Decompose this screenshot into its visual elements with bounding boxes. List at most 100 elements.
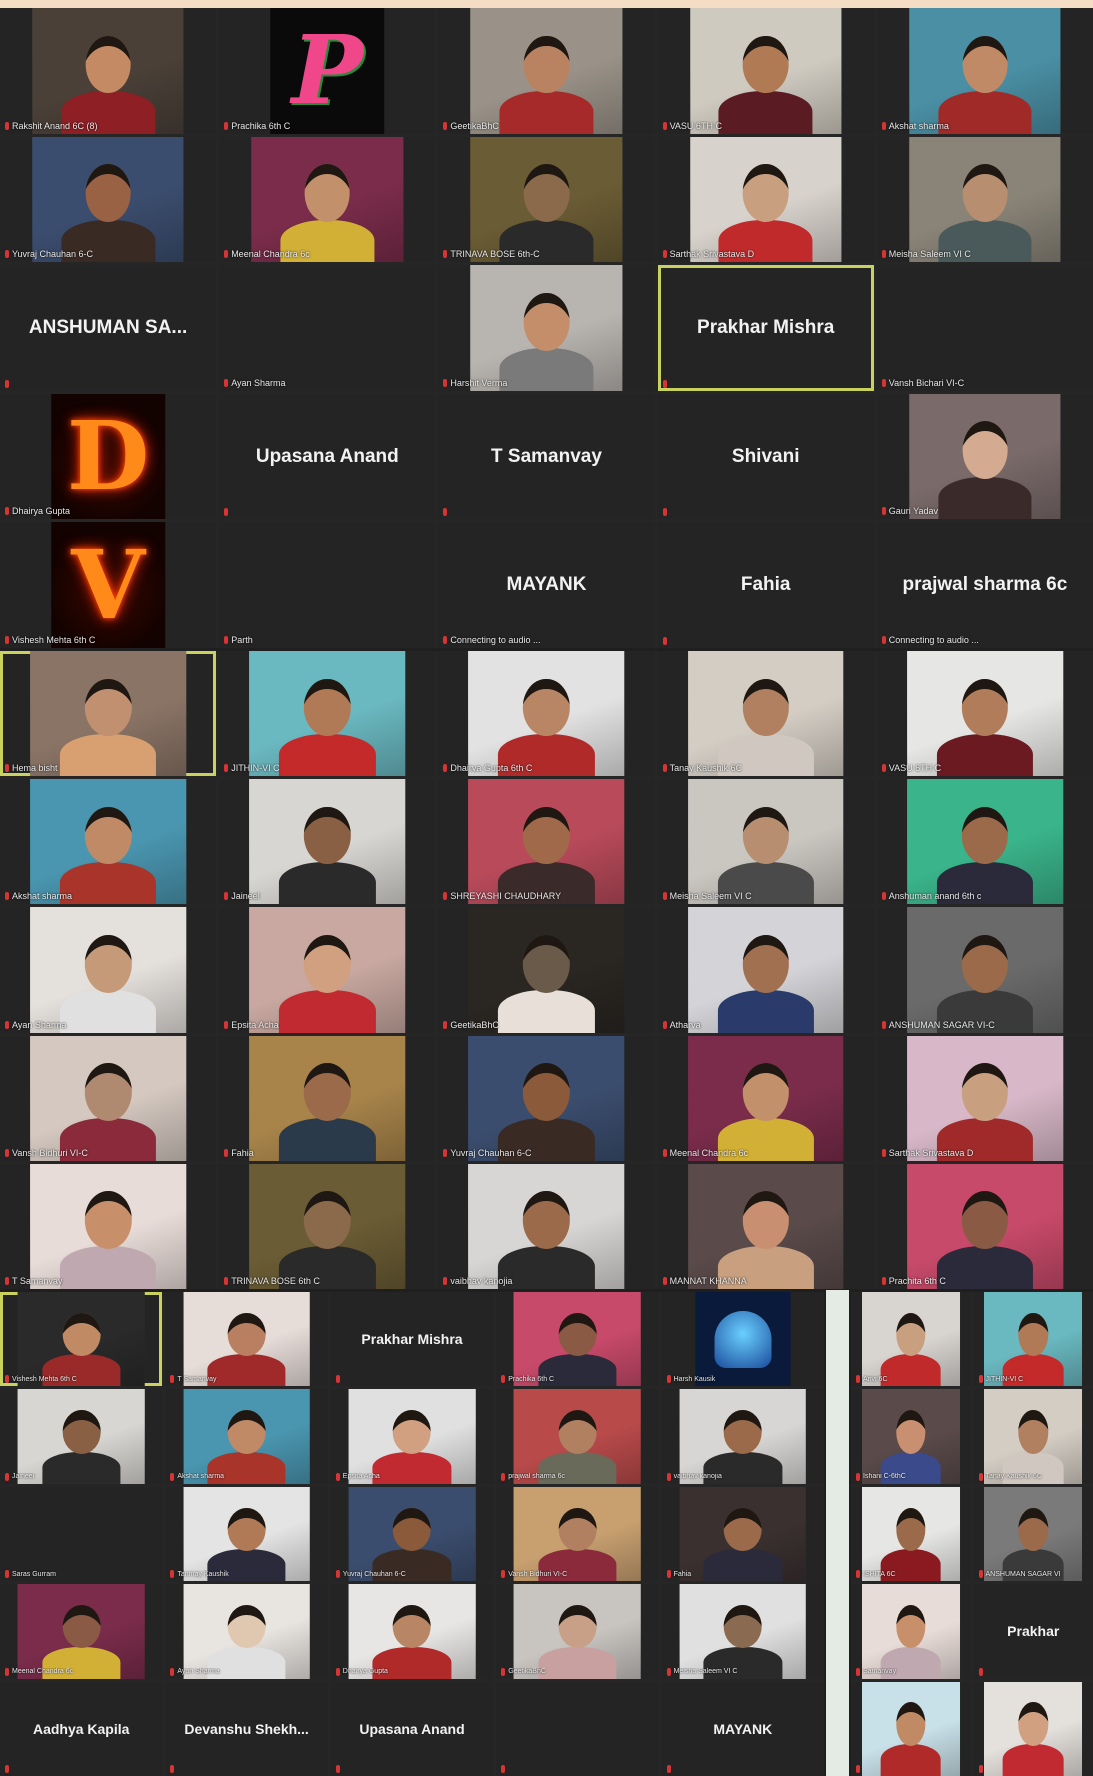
person-head bbox=[962, 164, 1008, 222]
participant-tile[interactable]: Harshit Verma bbox=[438, 265, 655, 391]
participant-tile[interactable]: Akshat sharma bbox=[165, 1389, 328, 1484]
participant-tile[interactable]: Vansh Bichari VI-C bbox=[876, 265, 1093, 391]
participant-tile[interactable]: Upasana Anand bbox=[219, 393, 436, 520]
participant-tile[interactable]: VASU 6TH C bbox=[876, 651, 1093, 777]
participant-tile[interactable]: Prakhar Mishra bbox=[657, 265, 874, 391]
participant-tile[interactable]: ANSHUMAN SAGAR VI bbox=[973, 1486, 1093, 1582]
participant-tile[interactable]: vaibhav kanojia bbox=[438, 1163, 655, 1289]
participant-tile[interactable]: Akshat sharma bbox=[0, 779, 217, 905]
participant-tile[interactable]: ISHITA 6C bbox=[851, 1486, 971, 1582]
participant-tile[interactable]: JITHIN-VI C bbox=[219, 651, 436, 777]
participant-tile[interactable]: Ayan Sharma bbox=[165, 1584, 328, 1679]
participant-tile[interactable]: Dhairya Gupta bbox=[330, 1584, 494, 1679]
participant-tile[interactable]: Anshuman anand 6th c bbox=[876, 779, 1093, 905]
participant-tile[interactable]: TRINAVA BOSE 6th-C bbox=[438, 136, 655, 263]
participant-video-feed bbox=[17, 1389, 145, 1484]
participant-tile[interactable]: GeetikaBhC bbox=[496, 1584, 659, 1679]
participant-tile[interactable]: Ayan Sharma bbox=[219, 265, 436, 391]
participant-tile[interactable] bbox=[851, 1681, 971, 1776]
participant-tile[interactable]: ANSHUMAN SAGAR VI-C bbox=[876, 907, 1093, 1033]
participant-name-label: TRINAVA BOSE 6th-C bbox=[443, 249, 650, 259]
participant-tile[interactable]: Yuvraj Chauhan 6-C bbox=[438, 1035, 655, 1161]
participant-tile[interactable]: MANNAT KHANNA bbox=[657, 1163, 874, 1289]
participant-tile[interactable]: V Vishesh Mehta 6th C bbox=[0, 522, 217, 648]
participant-tile[interactable]: Yuvraj Chauhan 6-C bbox=[330, 1486, 494, 1582]
participant-tile[interactable]: Akshat sharma bbox=[876, 8, 1093, 134]
participant-tile[interactable]: Sarthak Srivastava D bbox=[876, 1035, 1093, 1161]
participant-tile[interactable]: Meisha Saleem VI C bbox=[876, 136, 1093, 263]
participant-tile[interactable]: Fahia bbox=[657, 522, 874, 648]
participant-tile[interactable]: Ishani C-6thC bbox=[851, 1389, 971, 1484]
participant-tile[interactable]: Meenal Chandra 6c bbox=[0, 1584, 163, 1679]
participant-tile[interactable]: Hema bisht bbox=[0, 651, 217, 777]
participant-tile[interactable]: Fahia bbox=[661, 1486, 824, 1582]
participant-tile[interactable]: MAYANK bbox=[661, 1681, 824, 1776]
mic-muted-icon bbox=[5, 1276, 9, 1285]
participant-tile[interactable]: Rakshit Anand 6C (8) bbox=[0, 8, 217, 134]
participant-tile[interactable]: Anvi 6C bbox=[851, 1292, 971, 1387]
participant-tile[interactable]: Parth bbox=[219, 522, 436, 648]
participant-tile[interactable]: prajwal sharma 6c bbox=[496, 1389, 659, 1484]
participant-tile[interactable]: Meenal Chandra 6c bbox=[219, 136, 436, 263]
participant-tile[interactable]: prajwal sharma 6c Connecting to audio ..… bbox=[876, 522, 1093, 648]
participant-tile[interactable]: Meenal Chandra 6c bbox=[657, 1035, 874, 1161]
person-head bbox=[742, 35, 789, 94]
participant-tile[interactable]: D Dhairya Gupta bbox=[0, 393, 217, 520]
participant-tile[interactable]: Prakhar bbox=[973, 1584, 1093, 1679]
participant-tile[interactable]: Tanay Kaushik 6C bbox=[973, 1389, 1093, 1484]
person-head bbox=[961, 678, 1009, 737]
participant-tile[interactable]: Upasana Anand bbox=[330, 1681, 494, 1776]
participant-tile[interactable]: Jaineel bbox=[0, 1389, 163, 1484]
participant-tile[interactable]: Sarthak Srivastava D bbox=[657, 136, 874, 263]
participant-tile[interactable]: SHREYASHI CHAUDHARY bbox=[438, 779, 655, 905]
participant-tile[interactable]: Atharva bbox=[657, 907, 874, 1033]
participant-tile[interactable]: Tanmay Kaushik bbox=[165, 1486, 328, 1582]
participant-tile[interactable]: Prakhar Mishra bbox=[330, 1292, 494, 1387]
participant-tile[interactable]: Meisha Saleem VI C bbox=[657, 779, 874, 905]
participant-tile[interactable]: Yuvraj Chauhan 6-C bbox=[0, 136, 217, 263]
participant-tile[interactable]: VASU 6TH C bbox=[657, 8, 874, 134]
mic-muted-icon bbox=[662, 508, 667, 517]
participant-tile[interactable]: Fahia bbox=[219, 1035, 436, 1161]
participant-tile[interactable]: Meisha Saleem VI C bbox=[661, 1584, 824, 1679]
participant-tile[interactable]: T Samanvay bbox=[438, 393, 655, 520]
participant-name-text: VASU 6TH C bbox=[888, 763, 942, 774]
participant-tile[interactable]: Shivani bbox=[657, 393, 874, 520]
participant-tile[interactable]: Tanay Kaushik 6C bbox=[657, 651, 874, 777]
participant-tile[interactable]: Samanvay bbox=[851, 1584, 971, 1679]
participant-tile[interactable]: GeetikaBhC bbox=[438, 907, 655, 1033]
mic-muted-icon bbox=[666, 1375, 671, 1384]
participant-tile[interactable]: Vishesh Mehta 6th C bbox=[0, 1292, 163, 1387]
participant-tile[interactable] bbox=[973, 1681, 1093, 1776]
participant-tile[interactable]: Prachita 6th C bbox=[876, 1163, 1093, 1289]
participant-name-label: Ishani C-6thC bbox=[856, 1472, 967, 1481]
participant-tile[interactable]: Jaineel bbox=[219, 779, 436, 905]
participant-tile[interactable]: JITHIN-VI C bbox=[973, 1292, 1093, 1387]
participant-tile[interactable]: Harsh Kausik bbox=[661, 1292, 824, 1387]
participant-tile[interactable]: MAYANK Connecting to audio ... bbox=[438, 522, 655, 648]
participant-name-label bbox=[170, 1765, 323, 1773]
participant-tile[interactable]: Prachika 6th C bbox=[496, 1292, 659, 1387]
participant-tile[interactable]: Ayan Sharma bbox=[0, 907, 217, 1033]
participant-tile[interactable]: Gauri Yadav bbox=[876, 393, 1093, 520]
participant-tile[interactable]: TRINAVA BOSE 6th C bbox=[219, 1163, 436, 1289]
participant-tile[interactable]: Saras Gurram bbox=[0, 1486, 163, 1582]
participant-tile[interactable]: T Samanvay bbox=[165, 1292, 328, 1387]
participant-name-text: Akshat sharma bbox=[888, 120, 949, 131]
participant-tile[interactable]: Epsita Acha bbox=[330, 1389, 494, 1484]
participant-tile[interactable]: Vansh Bidhuri VI-C bbox=[0, 1035, 217, 1161]
participant-tile[interactable] bbox=[496, 1681, 659, 1776]
participant-video-feed bbox=[32, 8, 184, 134]
participant-tile[interactable]: Vansh Bidhuri VI-C bbox=[496, 1486, 659, 1582]
participant-tile[interactable]: Aadhya Kapila bbox=[0, 1681, 163, 1776]
participant-tile[interactable]: Epsita Acha bbox=[219, 907, 436, 1033]
participant-tile[interactable]: ANSHUMAN SA... bbox=[0, 265, 217, 391]
participant-tile[interactable]: vaibhav kanojia bbox=[661, 1389, 824, 1484]
participant-tile[interactable]: P Prachika 6th C bbox=[219, 8, 436, 134]
person-head bbox=[962, 35, 1008, 94]
participant-tile[interactable]: GeetikaBhC bbox=[438, 8, 655, 134]
participant-tile[interactable]: Dhairya Gupta 6th C bbox=[438, 651, 655, 777]
participant-tile[interactable]: T Samanvay bbox=[0, 1163, 217, 1289]
participant-tile[interactable]: Devanshu Shekh... bbox=[165, 1681, 328, 1776]
participant-video-feed bbox=[348, 1584, 476, 1679]
